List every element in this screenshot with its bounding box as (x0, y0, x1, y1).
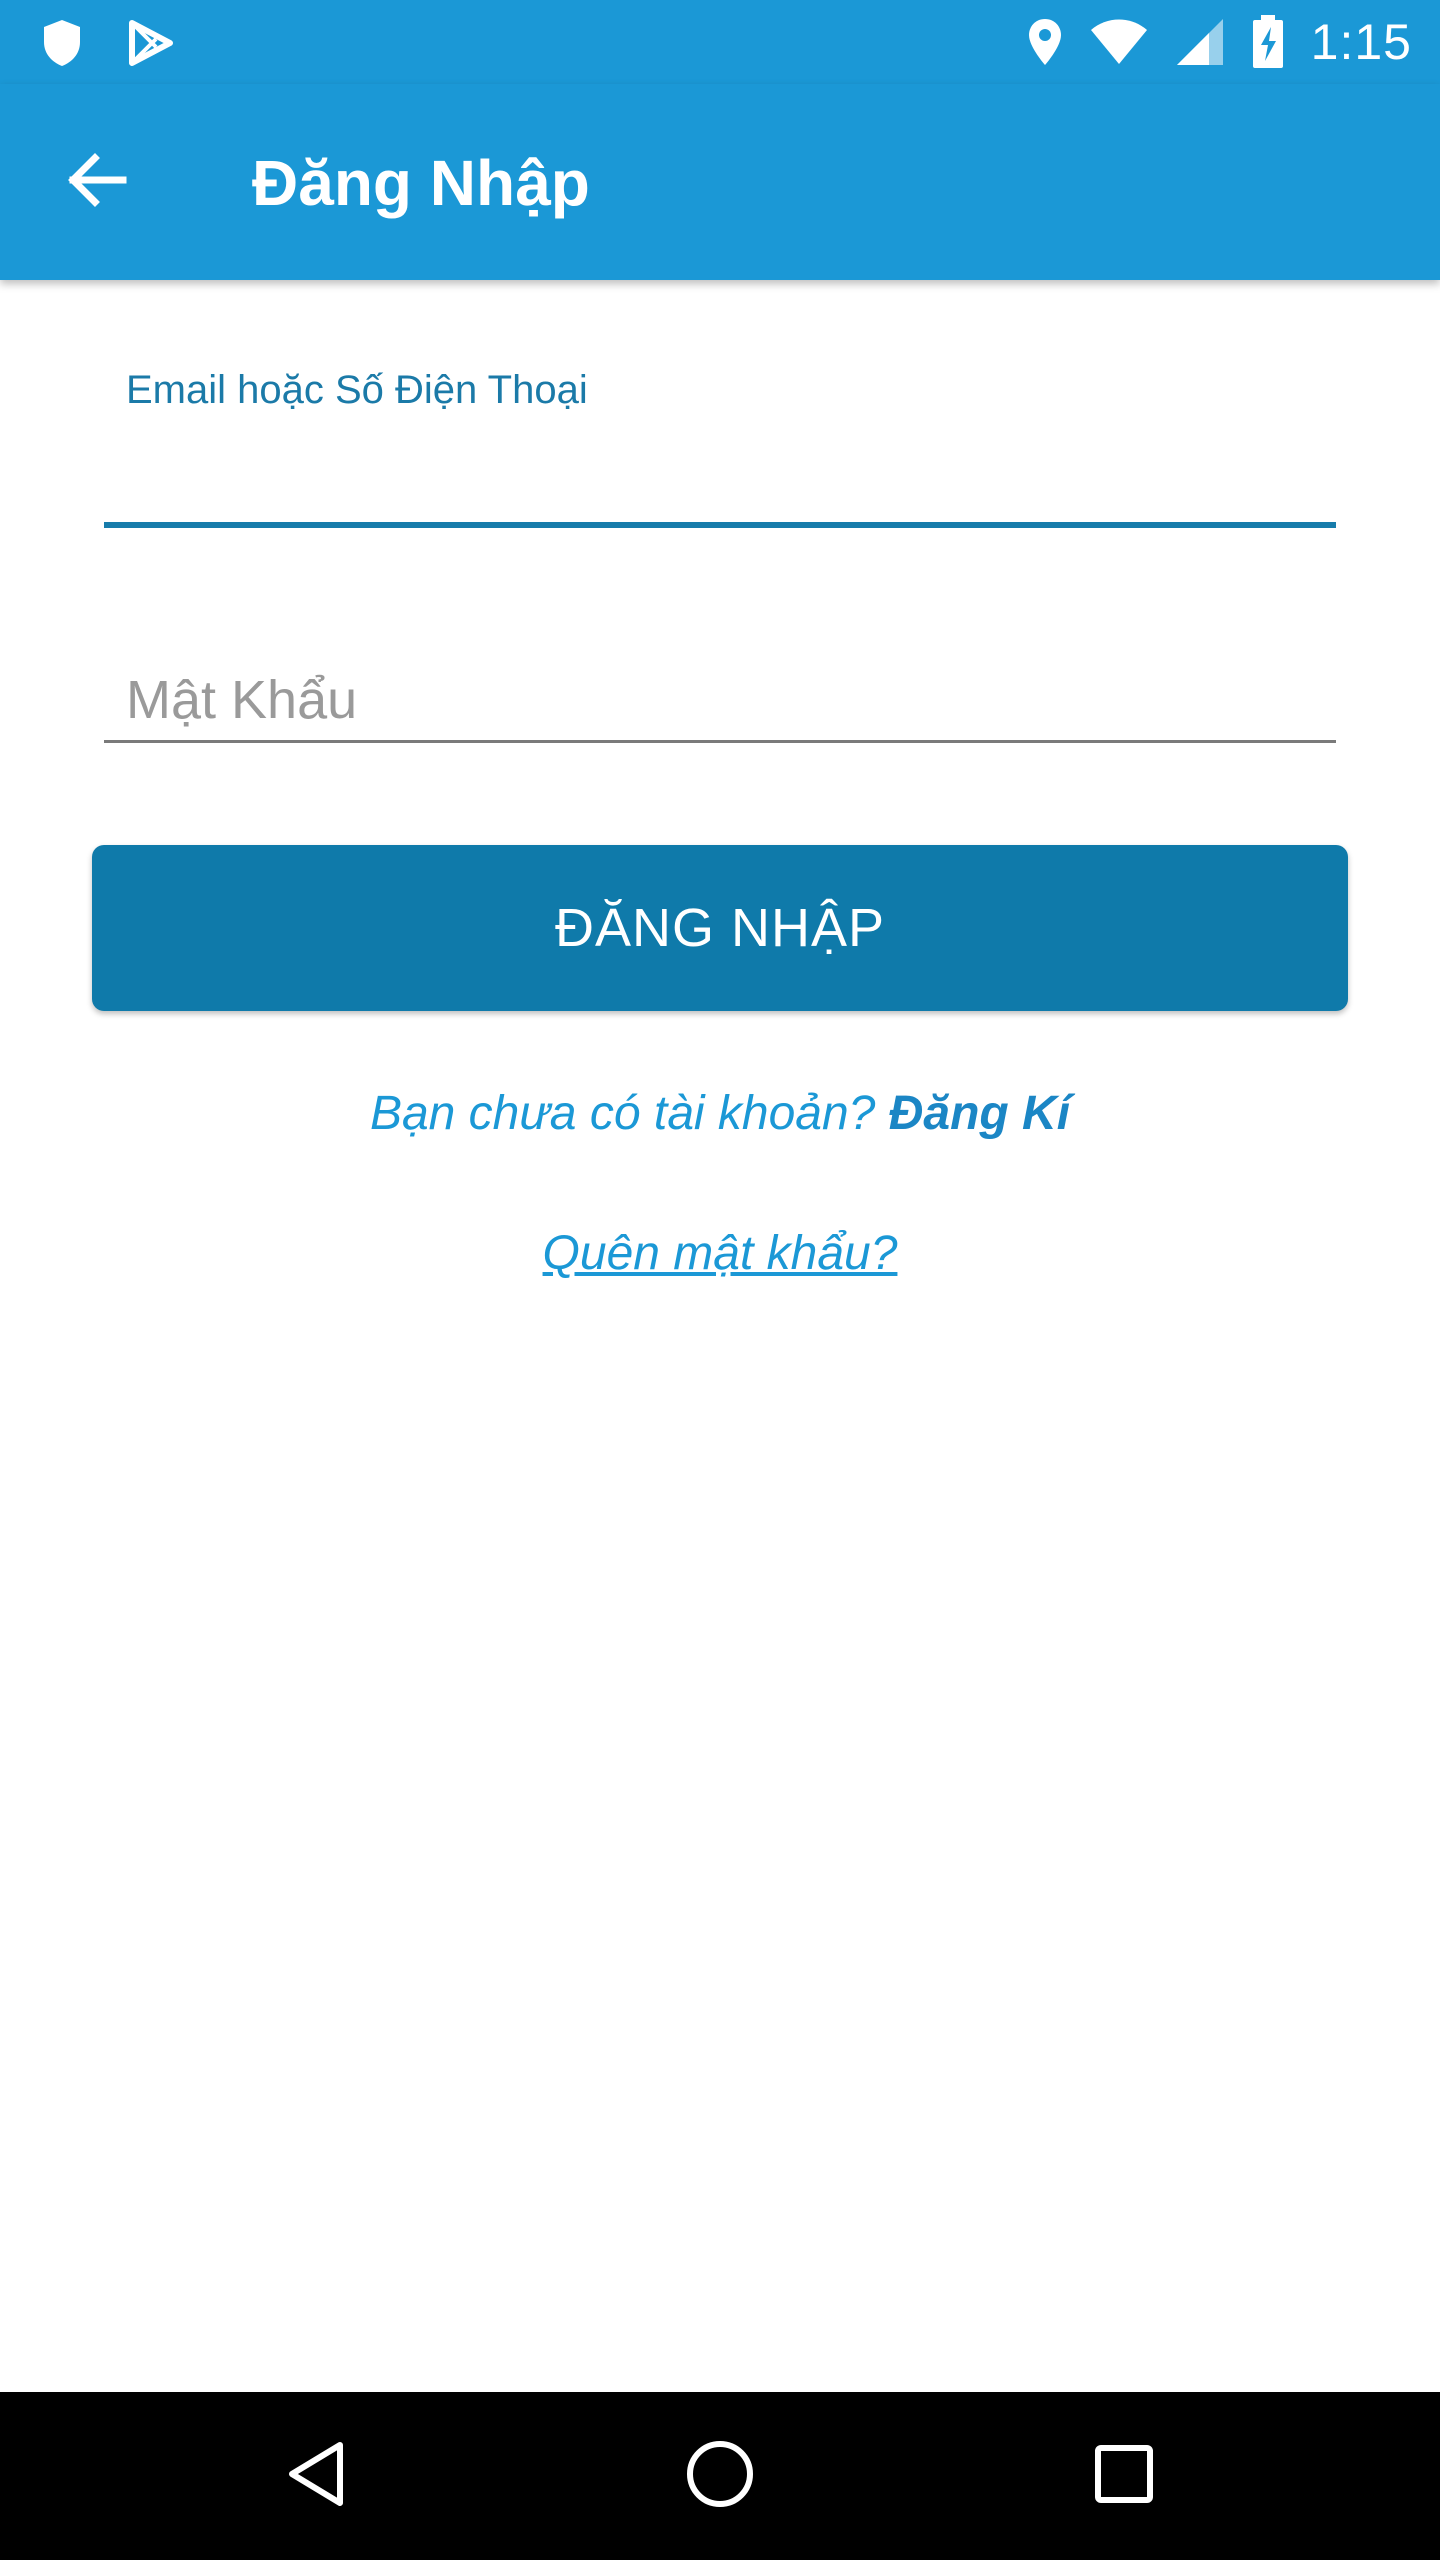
nav-home-button[interactable] (670, 2426, 770, 2526)
battery-charging-icon (1251, 15, 1285, 69)
location-icon (1027, 17, 1063, 67)
login-button[interactable]: ĐĂNG NHẬP (92, 845, 1348, 1011)
wifi-icon (1089, 18, 1149, 66)
password-underline (104, 740, 1336, 743)
home-circle-icon (685, 2439, 755, 2514)
arrow-left-icon (65, 152, 127, 213)
register-link[interactable]: Đăng Kí (889, 1087, 1070, 1140)
email-field-label: Email hoặc Số Điện Thoại (126, 368, 588, 412)
back-triangle-icon (284, 2439, 348, 2514)
password-field[interactable] (104, 650, 1336, 750)
screen: 1:15 Đăng Nhập Email hoặc Số Điện Thoại … (0, 0, 1440, 2560)
back-button[interactable] (52, 138, 140, 226)
navigation-bar (0, 2392, 1440, 2560)
register-prompt: Bạn chưa có tài khoản? Đăng Kí (0, 1086, 1440, 1141)
email-field[interactable]: Email hoặc Số Điện Thoại (104, 360, 1336, 530)
email-underline (104, 522, 1336, 528)
status-time: 1:15 (1310, 14, 1412, 70)
page-title: Đăng Nhập (252, 147, 590, 219)
recents-square-icon (1093, 2443, 1155, 2510)
password-input[interactable] (126, 660, 1316, 740)
shield-icon (40, 18, 84, 68)
nav-recents-button[interactable] (1074, 2426, 1174, 2526)
email-input[interactable] (126, 430, 1316, 510)
nav-back-button[interactable] (266, 2426, 366, 2526)
app-bar: Đăng Nhập (0, 84, 1440, 280)
status-bar: 1:15 (0, 0, 1440, 84)
signal-icon (1175, 17, 1225, 67)
play-store-icon (126, 19, 174, 67)
register-prompt-text: Bạn chưa có tài khoản? (369, 1087, 889, 1140)
forgot-password-link[interactable]: Quên mật khẩu? (0, 1226, 1440, 1281)
